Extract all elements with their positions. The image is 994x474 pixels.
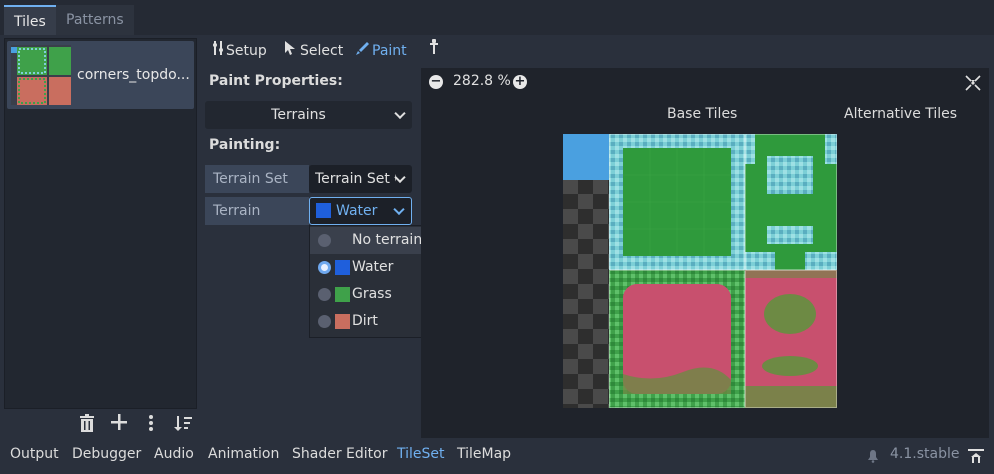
- terrain-peering-water-cell: [563, 134, 609, 180]
- radio-icon: [318, 315, 331, 328]
- empty-tiles-area: [563, 180, 609, 408]
- bottom-tab-tileset[interactable]: TileSet: [397, 446, 445, 462]
- setup-button[interactable]: Setup: [212, 38, 267, 64]
- option-label: Dirt: [352, 313, 378, 329]
- top-tab-bar: Tiles Patterns: [0, 0, 994, 35]
- paint-mode-dropdown[interactable]: Terrains: [205, 101, 412, 129]
- paint-properties-title: Paint Properties:: [209, 73, 343, 89]
- terrain-value: Water: [336, 203, 378, 219]
- bottom-tab-debugger[interactable]: Debugger: [72, 446, 141, 462]
- tile-atlas[interactable]: [563, 134, 837, 408]
- sort-icon[interactable]: [172, 414, 194, 436]
- version-label: 4.1.stable: [890, 446, 960, 462]
- tileset-sources-list: corners_topdo...: [4, 38, 197, 409]
- trash-icon[interactable]: [76, 414, 98, 436]
- terrain-label: Terrain: [205, 197, 309, 225]
- more-options-icon[interactable]: [140, 414, 162, 436]
- terrain-swatch: [316, 203, 331, 218]
- painting-title: Painting:: [209, 137, 281, 153]
- select-button[interactable]: Select: [284, 38, 343, 64]
- paint-label: Paint: [372, 43, 407, 59]
- bottom-tab-tilemap[interactable]: TileMap: [457, 446, 511, 462]
- eyedropper-icon: [430, 38, 440, 64]
- bottom-tab-animation[interactable]: Animation: [208, 446, 279, 462]
- bottom-tab-output[interactable]: Output: [10, 446, 59, 462]
- source-label: corners_topdo...: [77, 67, 190, 83]
- dirt-swatch: [335, 314, 350, 329]
- terrain-dropdown[interactable]: Water: [309, 197, 412, 225]
- chevron-down-icon: [393, 203, 405, 216]
- add-icon[interactable]: [108, 414, 130, 436]
- wrench-icon: [212, 38, 226, 64]
- bottom-tab-shader-editor[interactable]: Shader Editor: [292, 446, 387, 462]
- water-swatch: [335, 260, 350, 275]
- radio-checked-icon: [318, 261, 331, 274]
- source-item[interactable]: corners_topdo...: [7, 41, 194, 109]
- terrain-set-value: Terrain Set 0: [315, 171, 396, 187]
- notification-bell-icon[interactable]: [866, 449, 880, 463]
- brush-icon: [356, 38, 372, 64]
- alternative-tiles-header: Alternative Tiles: [844, 106, 958, 122]
- base-tiles-header: Base Tiles: [667, 106, 738, 122]
- terrain-set-dropdown[interactable]: Terrain Set 0: [309, 165, 412, 193]
- expand-panel-icon[interactable]: [968, 449, 984, 463]
- terrain-set-label: Terrain Set: [205, 165, 309, 193]
- option-label: Water: [352, 259, 394, 275]
- paint-mode-value: Terrains: [271, 107, 326, 123]
- select-label: Select: [300, 43, 344, 59]
- option-label: Grass: [352, 286, 392, 302]
- tab-patterns[interactable]: Patterns: [56, 5, 134, 35]
- chevron-down-icon: [394, 171, 406, 184]
- zoom-out-icon[interactable]: −: [429, 75, 443, 89]
- chevron-down-icon: [394, 107, 406, 120]
- bottom-tab-audio[interactable]: Audio: [154, 446, 194, 462]
- zoom-in-icon[interactable]: +: [513, 75, 527, 89]
- radio-icon: [318, 234, 331, 247]
- setup-label: Setup: [226, 43, 267, 59]
- option-label: No terrain: [352, 232, 423, 248]
- center-view-icon[interactable]: [965, 75, 981, 91]
- zoom-level[interactable]: 282.8 %: [453, 73, 511, 89]
- picker-button[interactable]: [430, 38, 440, 64]
- source-thumbnail: [11, 45, 71, 105]
- cursor-icon: [284, 38, 300, 64]
- source-tools: [4, 410, 197, 442]
- paint-button[interactable]: Paint: [356, 38, 407, 64]
- tab-tiles[interactable]: Tiles: [4, 5, 56, 35]
- radio-icon: [318, 288, 331, 301]
- grass-swatch: [335, 287, 350, 302]
